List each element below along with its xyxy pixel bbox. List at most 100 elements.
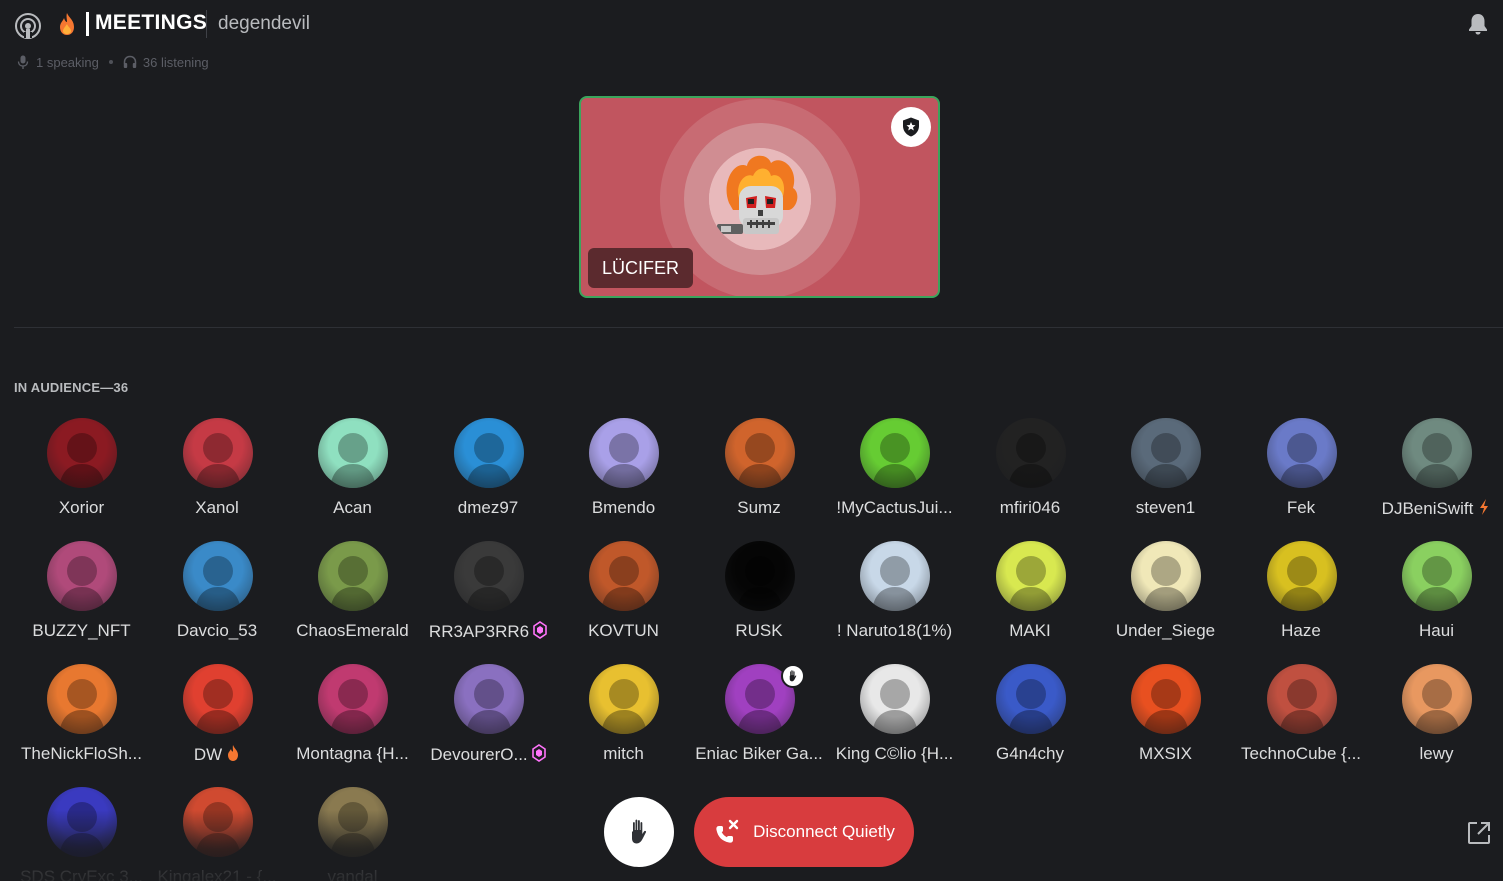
audience-member[interactable]: Haze xyxy=(1234,541,1369,651)
bell-icon[interactable] xyxy=(1466,12,1490,36)
audience-member[interactable]: Kingalex21 - {... xyxy=(150,787,285,881)
member-name: DevourerO... xyxy=(421,744,556,765)
avatar[interactable] xyxy=(453,418,524,488)
member-name-text: ChaosEmerald xyxy=(296,621,409,640)
audience-member[interactable]: Eniac Biker Ga... xyxy=(692,664,827,774)
audience-member[interactable]: Xanol xyxy=(150,418,285,528)
avatar[interactable] xyxy=(1402,418,1472,488)
avatar[interactable] xyxy=(47,664,117,734)
avatar[interactable] xyxy=(1131,418,1201,488)
audience-member[interactable]: mfiri046 xyxy=(963,418,1098,528)
member-name-text: steven1 xyxy=(1135,498,1196,517)
audience-member[interactable]: DevourerO... xyxy=(421,664,556,774)
audience-member[interactable]: Bmendo xyxy=(556,418,691,528)
audience-member[interactable]: Xorior xyxy=(14,418,149,528)
avatar[interactable] xyxy=(1266,664,1337,734)
avatar[interactable] xyxy=(47,541,117,611)
audience-member[interactable]: KOVTUN xyxy=(556,541,691,651)
audience-member[interactable]: MXSIX xyxy=(1098,664,1233,774)
audience-member[interactable]: lewy xyxy=(1369,664,1503,774)
avatar[interactable] xyxy=(1402,541,1472,611)
member-name: vandal xyxy=(285,867,420,881)
audience-member[interactable]: RR3AP3RR6 xyxy=(421,541,556,651)
avatar[interactable] xyxy=(724,541,795,611)
audience-member[interactable]: !MyCactusJui... xyxy=(827,418,962,528)
popout-icon[interactable] xyxy=(1466,820,1492,846)
audience-member[interactable]: TechnoCube {... xyxy=(1234,664,1369,774)
avatar-image xyxy=(330,679,376,734)
avatar[interactable] xyxy=(1131,541,1201,611)
audience-member[interactable]: DW xyxy=(150,664,285,774)
speaker-card[interactable]: LÜCIFER xyxy=(579,96,940,298)
avatar[interactable] xyxy=(453,541,524,611)
raise-hand-button[interactable] xyxy=(604,797,674,867)
raised-hand-badge xyxy=(780,664,805,688)
member-name-text: DW xyxy=(193,745,223,764)
listening-count: 36 listening xyxy=(142,54,209,70)
speaker-avatar[interactable] xyxy=(709,148,811,250)
audience-member[interactable]: Acan xyxy=(285,418,420,528)
member-name-text: MXSIX xyxy=(1139,744,1192,763)
member-name: Xanol xyxy=(150,498,285,518)
member-name: Montagna {H... xyxy=(285,744,420,764)
fire-icon xyxy=(60,13,74,35)
audience-member[interactable]: G4n4chy xyxy=(963,664,1098,774)
member-name: TheNickFloSh... xyxy=(14,744,149,764)
audience-member[interactable]: Fek xyxy=(1234,418,1369,528)
audience-member[interactable]: ! Naruto18(1%) xyxy=(827,541,962,651)
avatar[interactable] xyxy=(1266,418,1337,488)
avatar[interactable] xyxy=(995,541,1066,611)
raise-hand-icon xyxy=(789,670,796,682)
audience-member[interactable]: Montagna {H... xyxy=(285,664,420,774)
avatar[interactable] xyxy=(995,664,1066,734)
avatar-image xyxy=(194,802,241,857)
avatar[interactable] xyxy=(318,418,388,488)
audience-member[interactable]: Davcio_53 xyxy=(150,541,285,651)
audience-member[interactable]: Sumz xyxy=(692,418,827,528)
audience-member[interactable]: Under_Siege xyxy=(1098,541,1233,651)
avatar[interactable] xyxy=(589,664,659,734)
audience-member[interactable]: vandal xyxy=(285,787,420,881)
disconnect-label: Disconnect Quietly xyxy=(753,822,895,841)
avatar[interactable] xyxy=(182,664,253,734)
avatar[interactable] xyxy=(318,664,388,734)
avatar[interactable] xyxy=(47,787,117,857)
avatar[interactable] xyxy=(724,418,795,488)
member-name-text: Haui xyxy=(1419,621,1454,640)
avatar-image xyxy=(1007,556,1054,611)
audience-member[interactable]: steven1 xyxy=(1098,418,1233,528)
audience-member[interactable]: Haui xyxy=(1369,541,1503,651)
disconnect-quietly-button[interactable]: Disconnect Quietly xyxy=(694,797,914,867)
member-name-text: ! Naruto18(1%) xyxy=(836,621,953,640)
audience-member[interactable]: mitch xyxy=(556,664,691,774)
audience-member[interactable]: ChaosEmerald xyxy=(285,541,420,651)
audience-member[interactable]: SDS CryExc 3... xyxy=(14,787,149,881)
audience-member[interactable]: MAKI xyxy=(963,541,1098,651)
avatar[interactable] xyxy=(1402,664,1472,734)
avatar[interactable] xyxy=(860,418,930,488)
audience-member[interactable]: TheNickFloSh... xyxy=(14,664,149,774)
avatar[interactable] xyxy=(860,664,930,734)
avatar[interactable] xyxy=(47,418,117,488)
avatar[interactable] xyxy=(182,787,253,857)
avatar[interactable] xyxy=(589,418,659,488)
avatar[interactable] xyxy=(1266,541,1337,611)
avatar[interactable] xyxy=(453,664,524,734)
avatar[interactable] xyxy=(182,541,253,611)
moderator-shield-icon xyxy=(903,117,919,137)
avatar[interactable] xyxy=(318,541,388,611)
avatar[interactable] xyxy=(318,787,388,857)
nitro-gem-icon xyxy=(531,744,546,762)
audience-member[interactable]: BUZZY_NFT xyxy=(14,541,149,651)
avatar-image xyxy=(1007,433,1054,488)
member-name: Xorior xyxy=(14,498,149,518)
avatar[interactable] xyxy=(182,418,253,488)
audience-member[interactable]: DJBeniSwift xyxy=(1369,418,1503,528)
avatar[interactable] xyxy=(860,541,930,611)
avatar[interactable] xyxy=(589,541,659,611)
audience-member[interactable]: King C©lio {H... xyxy=(827,664,962,774)
audience-member[interactable]: RUSK xyxy=(692,541,827,651)
avatar[interactable] xyxy=(995,418,1066,488)
avatar[interactable] xyxy=(1131,664,1201,734)
audience-member[interactable]: dmez97 xyxy=(421,418,556,528)
